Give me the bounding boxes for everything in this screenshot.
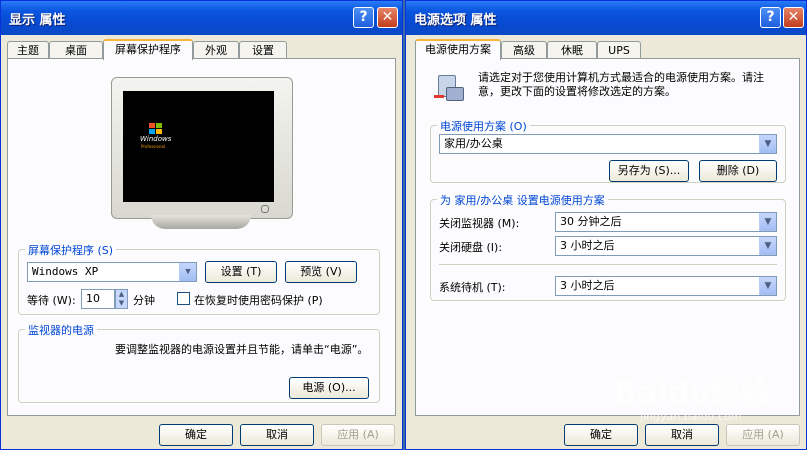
intro-text: 请选定对于您使用计算机方式最适合的电源使用方案。请注意，更改下面的设置将修改选定… [478,71,764,98]
chevron-down-icon[interactable]: ▼ [759,277,776,295]
save-as-button[interactable]: 另存为 (S)... [609,160,689,182]
password-checkbox[interactable] [177,292,190,305]
tab-desktop[interactable]: 桌面 [49,41,103,59]
standby-label: 系统待机 (T): [439,281,506,294]
hdd-off-label: 关闭硬盘 (I): [439,241,503,254]
wait-stepper[interactable]: ▲ ▼ [115,289,128,309]
windows-flag-icon [149,123,163,135]
delete-button[interactable]: 删除 (D) [699,160,777,182]
tab-settings[interactable]: 设置 [239,41,287,59]
chevron-down-icon[interactable]: ▼ [759,213,776,231]
preview-button[interactable]: 预览 (V) [285,261,357,283]
baidu-watermark-url: jingyan.baidu.com [640,410,742,423]
monitor-power-description: 要调整监视器的电源设置并且节能，请单击“电源”。 [115,343,369,356]
watermark-text: Baidu经验 [614,376,771,411]
screensaver-select-value: Windows XP [32,265,99,278]
power-button[interactable]: 电源 (O)... [289,377,369,399]
power-scheme-select[interactable]: 家用/办公桌 ▼ [439,134,777,154]
ok-button[interactable]: 确定 [159,424,233,446]
power-scheme-icon [434,73,464,103]
hdd-off-select[interactable]: 3 小时之后 ▼ [555,236,777,256]
close-button[interactable]: ✕ [783,7,804,28]
tab-themes[interactable]: 主题 [7,41,49,59]
wait-label: 等待 (W): [27,294,76,307]
wait-unit: 分钟 [133,294,155,307]
divider [439,264,777,265]
hdd-off-value: 3 小时之后 [560,239,615,252]
tab-panel: Windows Professional 屏幕保护程序 (S) Windows … [7,58,396,416]
help-button[interactable]: ? [353,7,374,28]
screensaver-select[interactable]: Windows XP ▼ [27,262,197,282]
tab-panel: 请选定对于您使用计算机方式最适合的电源使用方案。请注意，更改下面的设置将修改选定… [415,58,800,416]
help-button[interactable]: ? [760,7,781,28]
apply-button[interactable]: 应用 (A) [321,424,395,446]
close-button[interactable]: ✕ [377,7,398,28]
power-scheme-select-value: 家用/办公桌 [444,137,503,150]
scheme-settings-group-title: 为 家用/办公桌 设置电源使用方案 [437,192,608,208]
preview-screen: Windows Professional [123,91,274,202]
tab-power-schemes[interactable]: 电源使用方案 [415,39,501,60]
wait-input-value: 10 [86,292,100,305]
password-checkbox-label[interactable]: 在恢复时使用密码保护 (P) [194,292,323,308]
watermark-url: jingyan.baidu.com [640,410,742,423]
stepper-down-icon[interactable]: ▼ [116,299,127,308]
chevron-down-icon[interactable]: ▼ [179,263,196,281]
apply-button[interactable]: 应用 (A) [726,424,800,446]
monitor-off-value: 30 分钟之后 [560,215,622,228]
preview-logo-text: Windows [140,135,172,143]
window-title: 电源选项 属性 [414,13,497,28]
display-properties-window: 显示 属性 ? ✕ 主题 桌面 屏幕保护程序 外观 设置 Windows Pro… [0,0,403,450]
monitor-stand [151,215,251,229]
cancel-button[interactable]: 取消 [645,424,719,446]
wait-input[interactable]: 10 [81,289,115,309]
tab-screensaver[interactable]: 屏幕保护程序 [103,39,193,60]
title-bar[interactable]: 显示 属性 ? ✕ [1,1,402,35]
standby-select[interactable]: 3 小时之后 ▼ [555,276,777,296]
monitor-power-group-title: 监视器的电源 [25,322,97,338]
chevron-down-icon[interactable]: ▼ [759,237,776,255]
settings-button[interactable]: 设置 (T) [205,261,277,283]
screensaver-group: 屏幕保护程序 (S) Windows XP ▼ 设置 (T) 预览 (V) 等待… [18,242,380,315]
screensaver-group-title: 屏幕保护程序 (S) [25,242,117,258]
monitor-power-group: 监视器的电源 要调整监视器的电源设置并且节能，请单击“电源”。 电源 (O)..… [18,322,380,403]
power-scheme-group-title: 电源使用方案 (O) [437,118,530,134]
tab-advanced[interactable]: 高级 [501,41,547,59]
window-title: 显示 属性 [9,13,66,28]
power-scheme-group: 电源使用方案 (O) 家用/办公桌 ▼ 另存为 (S)... 删除 (D) [430,118,786,183]
title-bar[interactable]: 电源选项 属性 ? ✕ [406,1,806,35]
preview-logo-sub: Professional [141,144,166,149]
chevron-down-icon[interactable]: ▼ [759,135,776,153]
standby-value: 3 小时之后 [560,279,615,292]
tab-hibernate[interactable]: 休眠 [547,41,597,59]
scheme-settings-group: 为 家用/办公桌 设置电源使用方案 关闭监视器 (M): 30 分钟之后 ▼ 关… [430,192,786,301]
monitor-preview: Windows Professional [111,77,293,229]
baidu-watermark: Baidu经验 [614,368,770,412]
tab-ups[interactable]: UPS [597,41,641,59]
tab-appearance[interactable]: 外观 [193,41,239,59]
monitor-off-select[interactable]: 30 分钟之后 ▼ [555,212,777,232]
cancel-button[interactable]: 取消 [240,424,314,446]
ok-button[interactable]: 确定 [564,424,638,446]
monitor-off-label: 关闭监视器 (M): [439,217,520,230]
stepper-up-icon[interactable]: ▲ [116,290,127,299]
power-led-icon [261,205,269,213]
